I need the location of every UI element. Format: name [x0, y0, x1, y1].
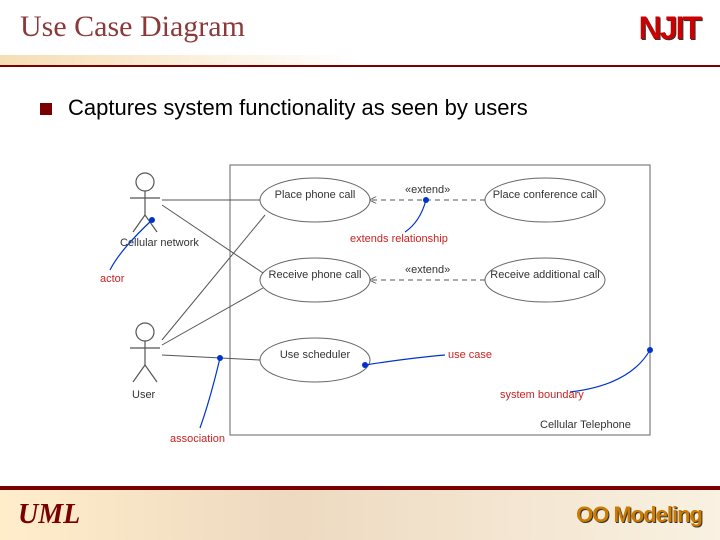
svg-text:Use scheduler: Use scheduler — [280, 349, 351, 361]
actor-user: User — [130, 323, 160, 401]
extend-label-2: «extend» — [405, 264, 450, 276]
extend-label-1: «extend» — [405, 184, 450, 196]
usecase-place-call: Place phone call — [260, 178, 370, 222]
svg-text:Place conference call: Place conference call — [493, 189, 598, 201]
header: Use Case Diagram NJIT — [0, 0, 720, 47]
svg-text:Place phone call: Place phone call — [275, 189, 356, 201]
uml-label: UML — [18, 499, 80, 531]
usecase-receive-additional: Receive additional call — [485, 258, 605, 302]
njit-logo: NJIT — [639, 10, 700, 47]
pointer-system-boundary: system boundary — [500, 347, 653, 401]
svg-text:system boundary: system boundary — [500, 389, 584, 401]
oo-modeling-label: OO Modeling — [576, 502, 702, 528]
svg-text:Receive additional call: Receive additional call — [490, 269, 599, 281]
assoc-user-scheduler — [162, 355, 260, 360]
svg-text:extends relationship: extends relationship — [350, 233, 448, 245]
svg-text:actor: actor — [100, 273, 125, 285]
svg-text:Receive phone call: Receive phone call — [269, 269, 362, 281]
svg-text:association: association — [170, 433, 225, 445]
bullet-row: Captures system functionality as seen by… — [0, 67, 720, 131]
usecase-place-conference: Place conference call — [485, 178, 605, 222]
usecase-receive-call: Receive phone call — [260, 258, 370, 302]
title-rule — [0, 55, 720, 67]
page-title: Use Case Diagram — [20, 10, 245, 44]
assoc-user-receive — [162, 288, 263, 345]
bullet-icon — [40, 103, 52, 115]
pointer-actor: actor — [100, 217, 155, 285]
use-case-diagram: Cellular Telephone Cellular network User… — [100, 160, 660, 470]
actor-label-user: User — [132, 389, 156, 401]
svg-text:use case: use case — [448, 349, 492, 361]
actor-cellular-network: Cellular network — [120, 173, 199, 249]
pointer-use-case: use case — [362, 349, 492, 368]
bullet-text: Captures system functionality as seen by… — [68, 95, 528, 121]
pointer-association: association — [170, 355, 225, 445]
footer: UML OO Modeling — [0, 486, 720, 540]
system-label: Cellular Telephone — [540, 419, 631, 431]
assoc-user-place — [162, 215, 265, 340]
usecase-use-scheduler: Use scheduler — [260, 338, 370, 382]
actor-label-cellular: Cellular network — [120, 237, 199, 249]
